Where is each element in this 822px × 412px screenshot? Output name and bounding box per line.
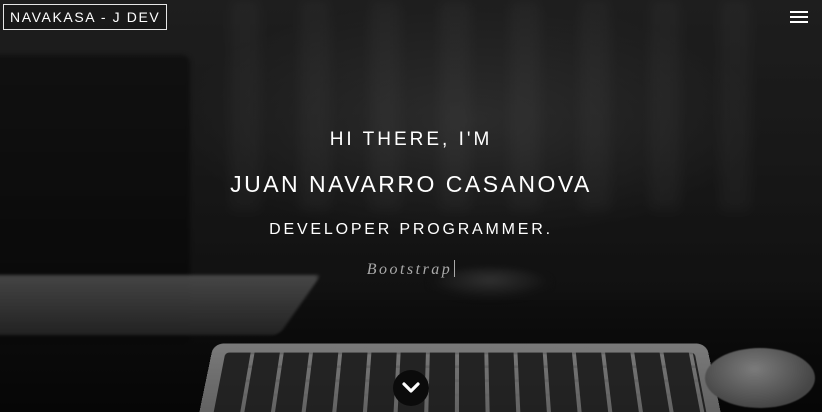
- typed-text-line: Bootstrap: [0, 260, 822, 279]
- hero-role: DEVELOPER PROGRAMMER.: [0, 221, 822, 239]
- hero-name: JUAN NAVARRO CASANOVA: [0, 171, 822, 198]
- hero-greeting: HI THERE, I'M: [0, 129, 822, 151]
- hero-content: HI THERE, I'M JUAN NAVARRO CASANOVA DEVE…: [0, 0, 822, 412]
- typing-cursor: [454, 260, 455, 277]
- hero-section: NAVAKASA - J DEV HI THERE, I'M JUAN NAVA…: [0, 0, 822, 412]
- scroll-down-button[interactable]: [393, 370, 429, 406]
- chevron-down-icon: [402, 380, 420, 396]
- typed-text: Bootstrap: [367, 261, 453, 278]
